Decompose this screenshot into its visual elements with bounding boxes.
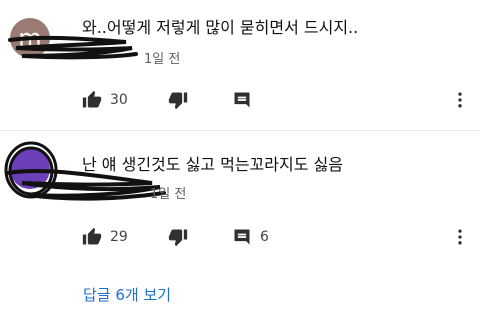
dislike-button[interactable] [168,225,188,249]
more-vert-icon [458,229,462,245]
reply-count: 6 [260,229,269,245]
more-vert-icon [458,92,462,108]
like-count: 30 [110,92,128,108]
comment-text: 와..어떻게 저렇게 많이 묻히면서 드시지.. [82,18,359,37]
comment-date: 1일 전 [144,52,181,67]
thumb-up-icon [82,227,102,245]
comment-actions: 29 6 [82,225,472,249]
comment-1: m 와..어떻게 저렇게 많이 묻히면서 드시지.. 1일 전 30 [0,0,480,128]
dislike-button[interactable] [168,88,188,112]
comment-actions: 30 [82,88,472,112]
avatar-letter: m [18,24,42,52]
like-button[interactable]: 30 [82,88,128,112]
author-name-redacted[interactable] [82,48,86,63]
divider [0,130,480,131]
avatar[interactable]: m [10,18,50,58]
thumb-up-icon [82,90,102,108]
thumb-down-icon [168,229,188,247]
more-button[interactable] [450,88,470,112]
reply-button[interactable]: 6 [232,225,269,249]
avatar[interactable] [10,149,50,189]
like-count: 29 [110,229,128,245]
comment-date: 1일 전 [150,187,187,202]
thumb-down-icon [168,92,188,110]
comment-2: 난 얘 생긴것도 싫고 먹는꼬라지도 싫음 1일 전 29 6 [0,133,480,268]
comment-text: 난 얘 생긴것도 싫고 먹는꼬라지도 싫음 [82,155,343,174]
reply-icon [234,92,250,108]
reply-button[interactable] [232,88,260,112]
reply-icon [234,229,250,245]
more-button[interactable] [450,225,470,249]
author-name-redacted[interactable] [82,183,86,198]
like-button[interactable]: 29 [82,225,128,249]
view-replies-link[interactable]: 답글 6개 보기 [83,284,171,305]
